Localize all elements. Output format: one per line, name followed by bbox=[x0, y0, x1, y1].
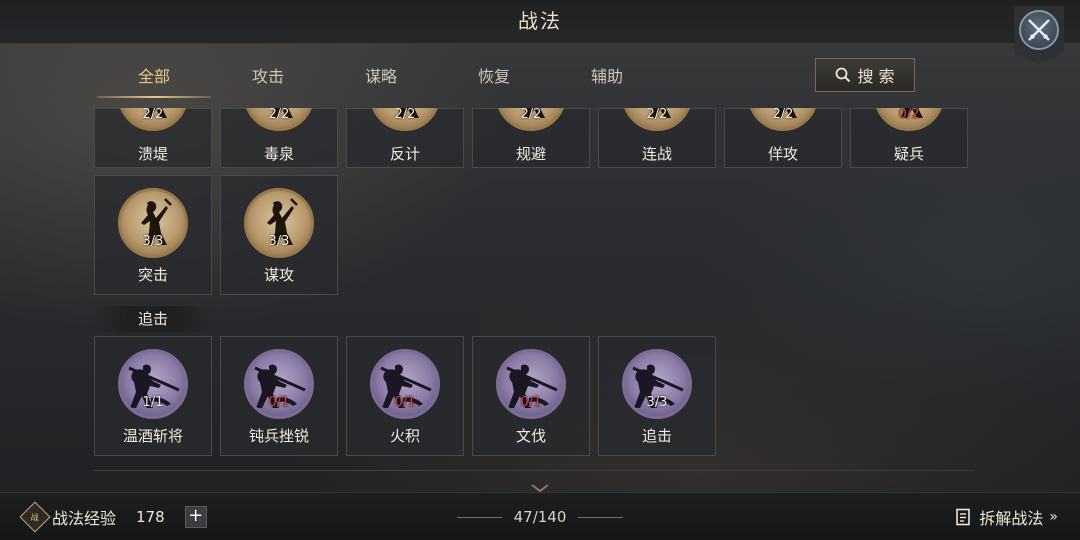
warrior-icon: 2/2 bbox=[118, 108, 188, 131]
tactic-card[interactable]: 0/2 疑兵 bbox=[850, 108, 968, 168]
close-button[interactable] bbox=[1014, 6, 1064, 64]
tactic-name: 佯攻 bbox=[767, 145, 798, 163]
warrior-icon: 2/2 bbox=[748, 108, 818, 131]
tactic-card[interactable]: 2/2 反计 bbox=[346, 108, 464, 168]
tab-label: 全部 bbox=[137, 67, 170, 86]
page-title: 战法 bbox=[518, 9, 562, 33]
tactic-exp: 战 战法经验 178 + bbox=[19, 501, 207, 533]
tab-all[interactable]: 全部 bbox=[97, 58, 211, 98]
warrior-icon: 2/2 bbox=[244, 108, 314, 131]
rider-icon: 1/1 bbox=[118, 349, 188, 419]
rider-icon: 0/1 bbox=[370, 349, 440, 419]
tactic-count: 0/1 bbox=[394, 395, 416, 410]
tactic-name: 突击 bbox=[137, 266, 168, 284]
tactic-name: 反计 bbox=[389, 145, 420, 163]
tactic-count: 0/2 bbox=[898, 108, 920, 122]
warrior-icon: 0/2 bbox=[874, 108, 944, 131]
tab-recovery[interactable]: 恢复 bbox=[437, 58, 551, 98]
collection-counter: 47/140 bbox=[457, 505, 623, 529]
tactics-grid[interactable]: 2/2 溃堤 2/2 毒泉 2/2 反计 2/2 规避 2/2 连战 2/2 佯攻 0/2 疑兵 3/3 突击… bbox=[94, 108, 974, 492]
tab-strategy[interactable]: 谋略 bbox=[324, 58, 438, 98]
tactic-count: 2/2 bbox=[268, 108, 290, 122]
tactic-card[interactable]: 1/1 温酒斩将 bbox=[94, 336, 212, 456]
tab-attack[interactable]: 攻击 bbox=[211, 58, 325, 98]
double-chevron-right-icon: » bbox=[1049, 509, 1058, 525]
tactic-card[interactable]: 3/3 谋攻 bbox=[220, 175, 338, 295]
divider bbox=[457, 516, 502, 518]
active-tab-underline bbox=[97, 96, 211, 98]
tactic-card[interactable]: 2/2 毒泉 bbox=[220, 108, 338, 168]
rider-icon: 3/3 bbox=[622, 349, 692, 419]
tactic-name: 文伐 bbox=[515, 427, 546, 445]
tactic-count: 1/1 bbox=[142, 395, 164, 410]
tactic-count: 2/2 bbox=[142, 108, 164, 122]
tactic-card[interactable]: 2/2 规避 bbox=[472, 108, 590, 168]
tactic-card[interactable]: 2/2 溃堤 bbox=[94, 108, 212, 168]
exp-label: 战法经验 bbox=[52, 509, 117, 528]
divider bbox=[94, 470, 974, 471]
tactic-name: 钝兵挫锐 bbox=[248, 427, 309, 445]
tactic-name: 溃堤 bbox=[137, 145, 168, 163]
exp-value: 178 bbox=[136, 508, 165, 526]
tactic-count: 3/3 bbox=[142, 234, 164, 249]
section-label: 追击 bbox=[94, 306, 212, 332]
tactic-card[interactable]: 0/1 文伐 bbox=[472, 336, 590, 456]
tactic-name: 火积 bbox=[389, 427, 420, 445]
footer-bar: 战 战法经验 178 + 47/140 拆解战法 » bbox=[0, 492, 1080, 540]
add-exp-button[interactable]: + bbox=[184, 506, 207, 528]
tab-label: 攻击 bbox=[251, 67, 284, 86]
collection-count: 47/140 bbox=[513, 508, 567, 526]
warrior-icon: 2/2 bbox=[496, 108, 566, 131]
tactic-count: 2/2 bbox=[394, 108, 416, 122]
rider-icon: 0/1 bbox=[244, 349, 314, 419]
tab-support[interactable]: 辅助 bbox=[550, 58, 664, 98]
warrior-icon: 3/3 bbox=[244, 188, 314, 258]
rider-icon: 0/1 bbox=[496, 349, 566, 419]
tactic-count: 2/2 bbox=[520, 108, 542, 122]
tactic-count: 0/1 bbox=[268, 395, 290, 410]
search-button[interactable]: 搜 索 bbox=[815, 58, 915, 92]
tactic-count: 3/3 bbox=[646, 395, 668, 410]
tactic-name: 毒泉 bbox=[263, 145, 294, 163]
tactic-count: 0/1 bbox=[520, 395, 542, 410]
tactic-card[interactable]: 3/3 突击 bbox=[94, 175, 212, 295]
tactic-count: 2/2 bbox=[646, 108, 668, 122]
tactic-exp-icon: 战 bbox=[19, 501, 51, 533]
tactic-count: 3/3 bbox=[268, 234, 290, 249]
warrior-icon: 2/2 bbox=[370, 108, 440, 131]
tactic-name: 连战 bbox=[641, 145, 672, 163]
search-icon bbox=[836, 67, 851, 83]
tactic-name: 规避 bbox=[515, 145, 546, 163]
tactic-name: 温酒斩将 bbox=[122, 427, 183, 445]
search-label: 搜 索 bbox=[857, 67, 895, 86]
tab-label: 谋略 bbox=[364, 67, 397, 86]
exp-icon-glyph: 战 bbox=[31, 512, 39, 522]
tactic-name: 疑兵 bbox=[893, 145, 924, 163]
tactic-card[interactable]: 2/2 佯攻 bbox=[724, 108, 842, 168]
tactic-name: 谋攻 bbox=[263, 266, 294, 284]
tab-label: 辅助 bbox=[590, 67, 623, 86]
tactic-card[interactable]: 3/3 追击 bbox=[598, 336, 716, 456]
title-bar: 战法 bbox=[0, 0, 1080, 44]
divider bbox=[578, 516, 623, 518]
crossed-swords-icon bbox=[1019, 10, 1059, 50]
tab-label: 恢复 bbox=[477, 67, 510, 86]
tactic-card[interactable]: 0/1 钝兵挫锐 bbox=[220, 336, 338, 456]
dismantle-tactics-button[interactable]: 拆解战法 » bbox=[955, 504, 1058, 530]
warrior-icon: 3/3 bbox=[118, 188, 188, 258]
tactic-count: 2/2 bbox=[772, 108, 794, 122]
document-icon bbox=[956, 508, 971, 526]
tactic-card[interactable]: 0/1 火积 bbox=[346, 336, 464, 456]
dismantle-label: 拆解战法 bbox=[979, 509, 1044, 528]
warrior-icon: 2/2 bbox=[622, 108, 692, 131]
tactic-card[interactable]: 2/2 连战 bbox=[598, 108, 716, 168]
tactic-name: 追击 bbox=[641, 427, 672, 445]
